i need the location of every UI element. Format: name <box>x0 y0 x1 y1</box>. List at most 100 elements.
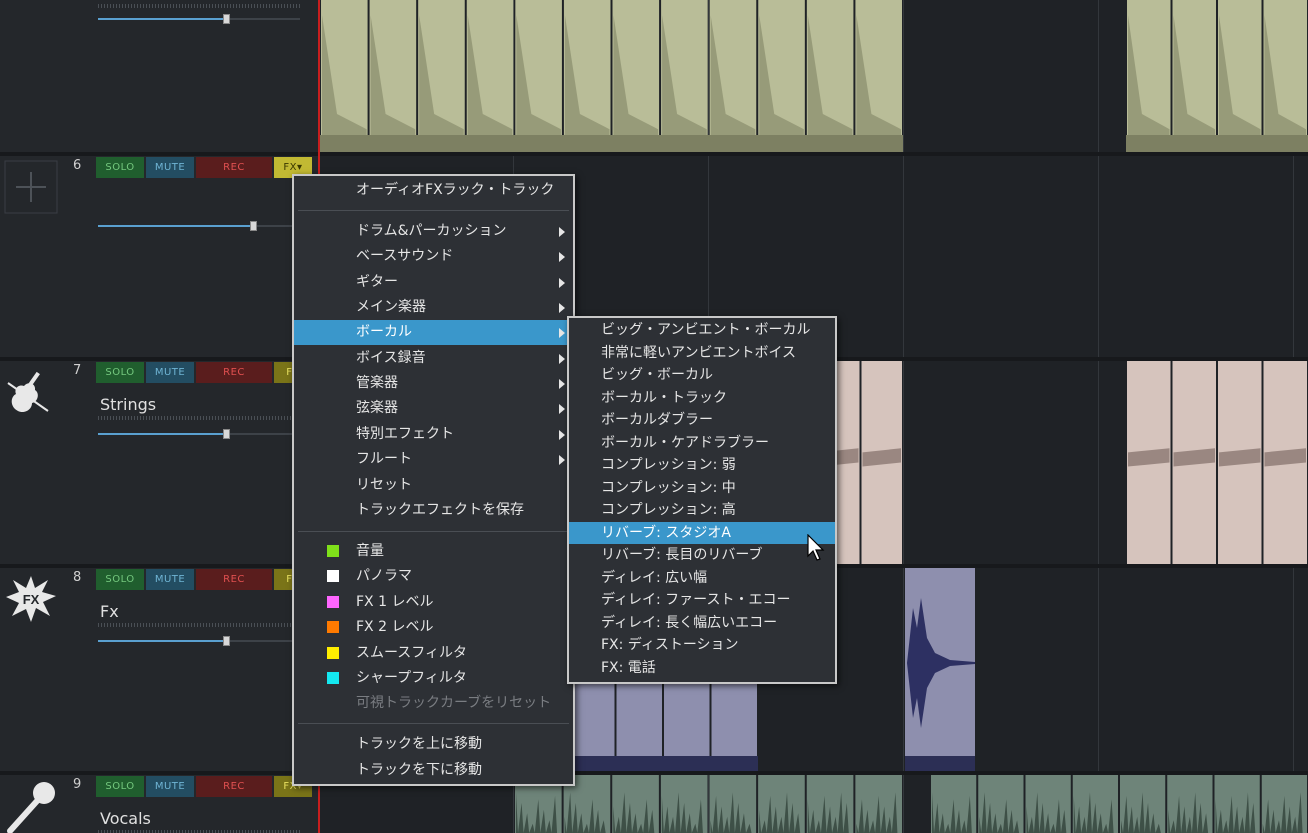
audio-clip-fx[interactable] <box>905 568 975 771</box>
menu-item[interactable]: リセット <box>294 473 573 498</box>
submenu-item-label: FX: 電話 <box>601 659 656 676</box>
volume-slider-fill <box>98 18 226 20</box>
menu-item-label: FX 2 レベル <box>356 619 434 635</box>
menu-item[interactable]: 特別エフェクト <box>294 422 573 447</box>
submenu-arrow-icon <box>559 252 565 262</box>
submenu-item[interactable]: 非常に軽いアンビエントボイス <box>569 342 835 365</box>
submenu-item[interactable]: ディレイ: ファースト・エコー <box>569 589 835 612</box>
menu-item[interactable]: トラックを下に移動 <box>294 758 573 783</box>
submenu-item-label: コンプレッション: 中 <box>601 479 736 496</box>
rec-button[interactable]: REC <box>196 157 272 178</box>
volume-slider-fill <box>98 433 226 435</box>
track-name[interactable]: Strings <box>100 395 156 414</box>
submenu-item[interactable]: リバーブ: 長目のリバーブ <box>569 544 835 567</box>
submenu-arrow-icon <box>559 227 565 237</box>
menu-item-label: トラックエフェクトを保存 <box>356 502 524 518</box>
menu-item-label: メイン楽器 <box>356 299 426 315</box>
volume-slider-knob[interactable] <box>250 221 257 231</box>
mute-button[interactable]: MUTE <box>146 569 194 590</box>
volume-slider[interactable] <box>98 429 300 439</box>
submenu-item[interactable]: コンプレッション: 弱 <box>569 454 835 477</box>
menu-item-label: 管楽器 <box>356 375 398 391</box>
submenu-item[interactable]: ディレイ: 長く幅広いエコー <box>569 612 835 635</box>
solo-button[interactable]: SOLO <box>96 157 144 178</box>
menu-item[interactable]: メイン楽器 <box>294 295 573 320</box>
menu-item-label: ボーカル <box>356 324 412 340</box>
volume-slider[interactable] <box>98 221 300 231</box>
audio-clip-drums[interactable] <box>1126 0 1308 152</box>
menu-item[interactable]: ボーカル <box>294 320 573 345</box>
audio-clip-strings[interactable] <box>1126 361 1308 564</box>
menu-item-label: ベースサウンド <box>356 248 454 264</box>
menu-item[interactable]: 弦楽器 <box>294 396 573 421</box>
menu-item-label: ギター <box>356 274 398 290</box>
submenu-item-label: ボーカルダブラー <box>601 412 713 428</box>
track-name[interactable]: Fx <box>100 602 119 621</box>
submenu-arrow-icon <box>559 430 565 440</box>
menu-item[interactable]: FX 1 レベル <box>294 590 573 615</box>
solo-button[interactable]: SOLO <box>96 776 144 797</box>
solo-button[interactable]: SOLO <box>96 569 144 590</box>
submenu-item[interactable]: FX: 電話 <box>569 657 835 680</box>
menu-item-label: 音量 <box>356 543 384 559</box>
rec-button[interactable]: REC <box>196 569 272 590</box>
submenu-item[interactable]: FX: ディストーション <box>569 634 835 657</box>
menu-item-label: FX 1 レベル <box>356 594 434 610</box>
menu-item[interactable]: ベースサウンド <box>294 244 573 269</box>
submenu-item-label: ビッグ・アンビエント・ボーカル <box>601 322 811 338</box>
menu-separator <box>298 723 569 724</box>
solo-button[interactable]: SOLO <box>96 362 144 383</box>
submenu-item[interactable]: ボーカルダブラー <box>569 409 835 432</box>
bar-line <box>903 0 904 833</box>
volume-slider[interactable] <box>98 14 300 24</box>
submenu-arrow-icon <box>559 303 565 313</box>
volume-slider-knob[interactable] <box>223 14 230 24</box>
submenu-item-label: ディレイ: 長く幅広いエコー <box>601 614 778 631</box>
submenu-item[interactable]: コンプレッション: 中 <box>569 477 835 500</box>
submenu-arrow-icon <box>559 278 565 288</box>
menu-item[interactable]: スムースフィルタ <box>294 641 573 666</box>
submenu-item[interactable]: ビッグ・ボーカル <box>569 364 835 387</box>
menu-item[interactable]: ボイス録音 <box>294 346 573 371</box>
menu-item[interactable]: パノラマ <box>294 564 573 589</box>
submenu-item-label: コンプレッション: 高 <box>601 502 736 518</box>
menu-item[interactable]: FX 2 レベル <box>294 615 573 640</box>
submenu-item[interactable]: リバーブ: スタジオA <box>569 521 835 544</box>
volume-slider-knob[interactable] <box>223 636 230 646</box>
pan-ruler <box>98 4 300 8</box>
curve-color-swatch <box>327 621 339 633</box>
menu-item-label: リセット <box>356 477 412 493</box>
submenu-item[interactable]: ディレイ: 広い幅 <box>569 567 835 590</box>
volume-slider[interactable] <box>98 636 300 646</box>
track-name[interactable]: Vocals <box>100 809 151 828</box>
menu-item[interactable]: ドラム&パーカッション <box>294 219 573 244</box>
menu-item[interactable]: 音量 <box>294 539 573 564</box>
submenu-arrow-icon <box>559 379 565 389</box>
submenu-item[interactable]: ボーカル・トラック <box>569 387 835 410</box>
audio-clip-vocals[interactable] <box>930 775 1308 833</box>
mute-button[interactable]: MUTE <box>146 776 194 797</box>
waveform <box>320 0 903 152</box>
menu-item[interactable]: トラックを上に移動 <box>294 732 573 757</box>
rec-button[interactable]: REC <box>196 776 272 797</box>
menu-item[interactable]: シャープフィルタ <box>294 666 573 691</box>
volume-slider-knob[interactable] <box>223 429 230 439</box>
menu-item[interactable]: トラックエフェクトを保存 <box>294 498 573 523</box>
menu-item: 可視トラックカーブをリセット <box>294 691 573 716</box>
mute-button[interactable]: MUTE <box>146 157 194 178</box>
rec-button[interactable]: REC <box>196 362 272 383</box>
submenu-item-label: ボーカル・ケアドラブラー <box>601 434 769 451</box>
menu-item[interactable]: 管楽器 <box>294 371 573 396</box>
submenu-item[interactable]: コンプレッション: 高 <box>569 499 835 522</box>
menu-item[interactable]: ギター <box>294 270 573 295</box>
submenu-item[interactable]: ビッグ・アンビエント・ボーカル <box>569 319 835 342</box>
submenu-item[interactable]: ボーカル・ケアドラブラー <box>569 432 835 455</box>
track-header-7: 7 SOLO MUTE REC FX Strings <box>0 361 318 568</box>
track-number: 9 <box>73 777 82 792</box>
menu-item-label: 弦楽器 <box>356 400 398 416</box>
mute-button[interactable]: MUTE <box>146 362 194 383</box>
audio-clip-drums[interactable] <box>320 0 903 152</box>
menu-item[interactable]: フルート <box>294 447 573 472</box>
menu-item[interactable]: オーディオFXラック・トラック <box>294 178 573 203</box>
waveform <box>1127 361 1307 564</box>
